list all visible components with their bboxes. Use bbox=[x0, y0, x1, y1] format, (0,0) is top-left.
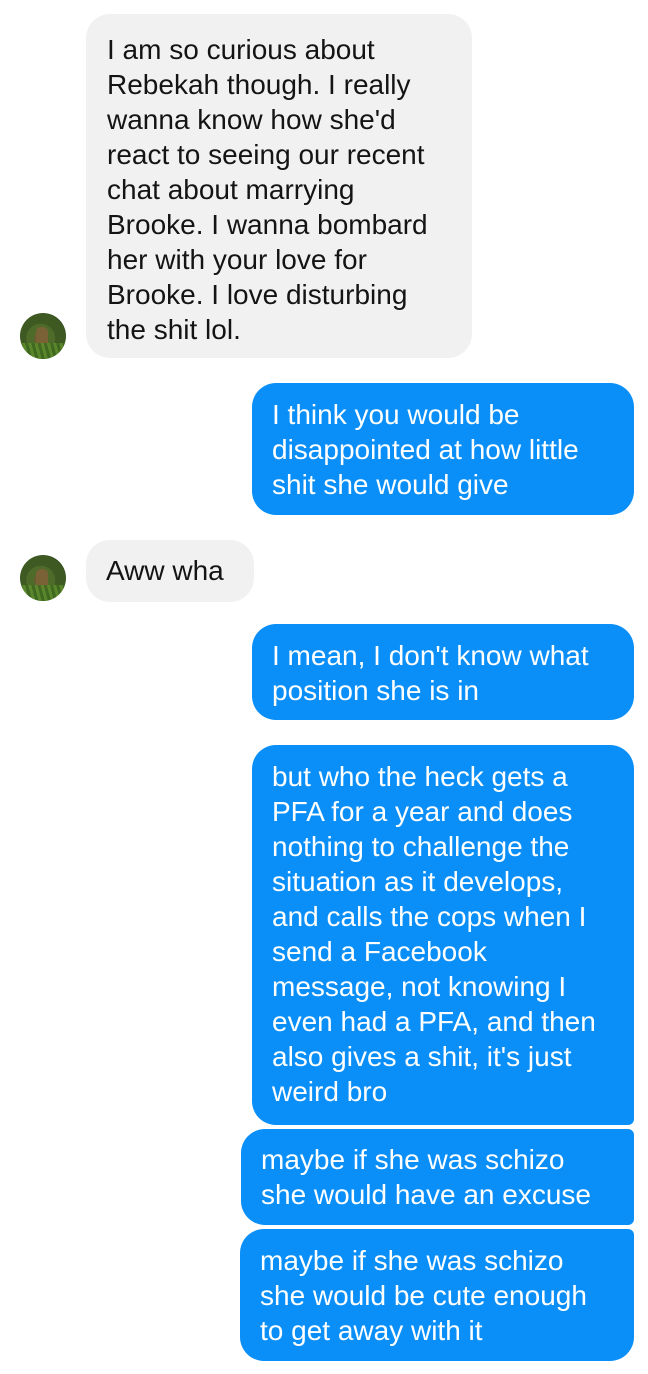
message-bubble-incoming[interactable]: I am so curious about Rebekah though. I … bbox=[86, 14, 472, 358]
message-bubble-outgoing[interactable]: maybe if she was schizo she would have a… bbox=[241, 1129, 634, 1225]
contact-avatar-icon[interactable] bbox=[20, 555, 66, 601]
contact-avatar-icon[interactable] bbox=[20, 313, 66, 359]
message-bubble-outgoing[interactable]: I mean, I don't know what position she i… bbox=[252, 624, 634, 720]
message-bubble-outgoing[interactable]: maybe if she was schizo she would be cut… bbox=[240, 1229, 634, 1361]
avatar-grass bbox=[20, 585, 66, 601]
avatar-grass bbox=[20, 343, 66, 359]
message-bubble-outgoing[interactable]: I think you would be disappointed at how… bbox=[252, 383, 634, 515]
message-bubble-incoming[interactable]: Aww wha bbox=[86, 540, 254, 602]
message-bubble-outgoing[interactable]: but who the heck gets a PFA for a year a… bbox=[252, 745, 634, 1125]
